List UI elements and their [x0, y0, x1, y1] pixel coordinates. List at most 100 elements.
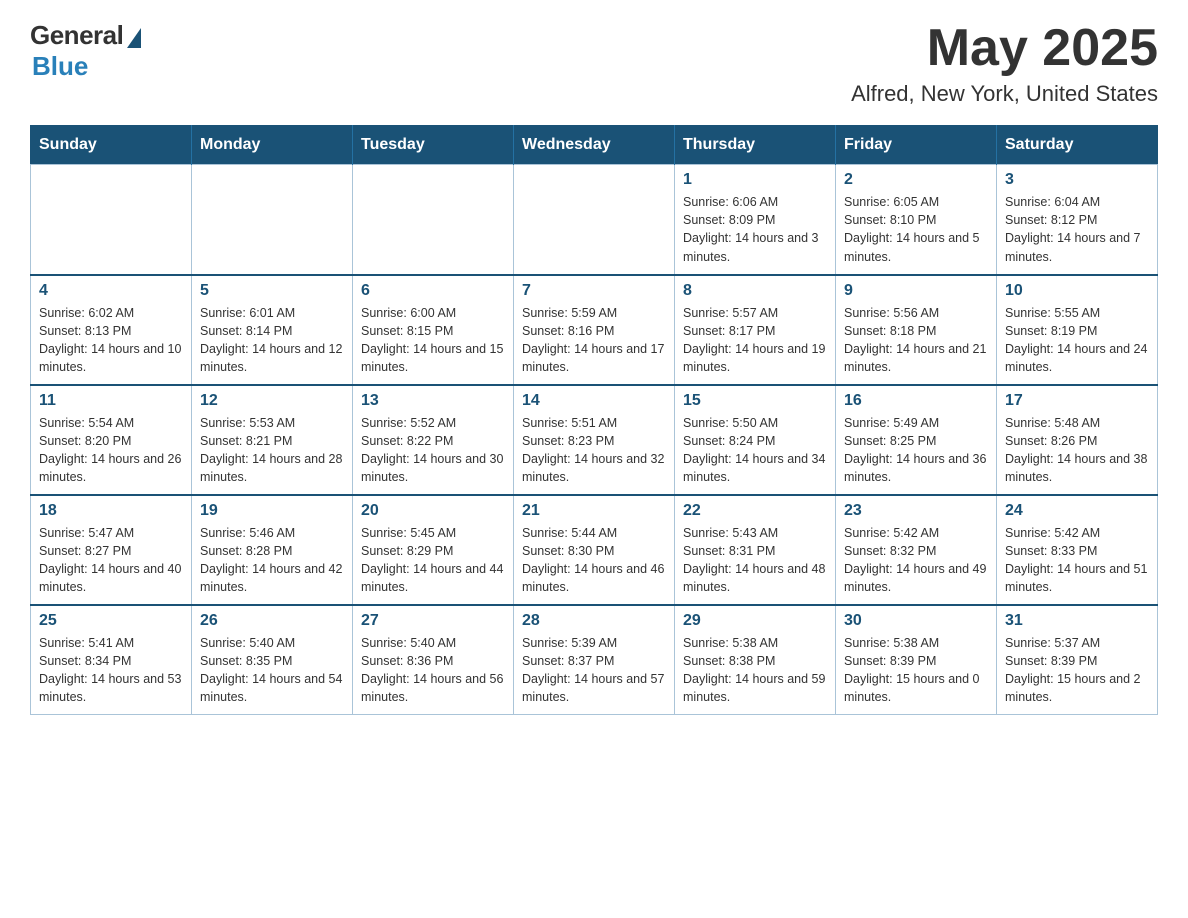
calendar-cell: 11 Sunrise: 5:54 AMSunset: 8:20 PMDayligh… — [31, 385, 192, 495]
calendar-cell: 9 Sunrise: 5:56 AMSunset: 8:18 PMDaylight… — [836, 275, 997, 385]
day-info: Sunrise: 5:40 AMSunset: 8:35 PMDaylight:… — [200, 634, 344, 707]
calendar-cell: 28Sunrise: 5:39 AMSunset: 8:37 PMDayligh… — [514, 605, 675, 715]
title-section: May 2025 Alfred, New York, United States — [851, 20, 1158, 107]
page-header: General Blue May 2025 Alfred, New York, … — [30, 20, 1158, 107]
day-number: 12 — [200, 392, 344, 410]
calendar-week-row: 1Sunrise: 6:06 AMSunset: 8:09 PMDaylight… — [31, 165, 1158, 275]
day-number: 4 — [39, 282, 183, 300]
day-number: 13 — [361, 392, 505, 410]
day-number: 15 — [683, 392, 827, 410]
day-number: 16 — [844, 392, 988, 410]
logo-triangle-icon — [127, 28, 141, 48]
day-header-sunday: Sunday — [31, 126, 192, 165]
day-info: Sunrise: 5:51 AMSunset: 8:23 PMDaylight:… — [522, 414, 666, 487]
day-number: 18 — [39, 502, 183, 520]
calendar-cell: 5 Sunrise: 6:01 AMSunset: 8:14 PMDaylight… — [192, 275, 353, 385]
calendar-cell — [31, 165, 192, 275]
calendar-cell: 18 Sunrise: 5:47 AMSunset: 8:27 PMDayligh… — [31, 495, 192, 605]
day-header-wednesday: Wednesday — [514, 126, 675, 165]
day-info: Sunrise: 5:45 AMSunset: 8:29 PMDaylight:… — [361, 524, 505, 597]
day-info: Sunrise: 5:52 AMSunset: 8:22 PMDaylight:… — [361, 414, 505, 487]
calendar-cell: 1Sunrise: 6:06 AMSunset: 8:09 PMDaylight… — [675, 165, 836, 275]
day-number: 28 — [522, 612, 666, 630]
day-number: 31 — [1005, 612, 1149, 630]
day-info: Sunrise: 5:40 AMSunset: 8:36 PMDaylight:… — [361, 634, 505, 707]
day-number: 8 — [683, 282, 827, 300]
day-info: Sunrise: 6:01 AMSunset: 8:14 PMDaylight:… — [200, 304, 344, 377]
day-info: Sunrise: 5:57 AMSunset: 8:17 PMDaylight:… — [683, 304, 827, 377]
day-info: Sunrise: 6:04 AMSunset: 8:12 PMDaylight:… — [1005, 193, 1149, 266]
day-info: Sunrise: 5:44 AMSunset: 8:30 PMDaylight:… — [522, 524, 666, 597]
day-info: Sunrise: 5:38 AMSunset: 8:38 PMDaylight:… — [683, 634, 827, 707]
day-number: 5 — [200, 282, 344, 300]
day-info: Sunrise: 5:37 AMSunset: 8:39 PMDaylight:… — [1005, 634, 1149, 707]
calendar-cell: 10 Sunrise: 5:55 AMSunset: 8:19 PMDayligh… — [997, 275, 1158, 385]
day-number: 19 — [200, 502, 344, 520]
calendar-cell: 8 Sunrise: 5:57 AMSunset: 8:17 PMDaylight… — [675, 275, 836, 385]
calendar-cell: 12 Sunrise: 5:53 AMSunset: 8:21 PMDayligh… — [192, 385, 353, 495]
day-info: Sunrise: 5:54 AMSunset: 8:20 PMDaylight:… — [39, 414, 183, 487]
calendar-week-row: 4 Sunrise: 6:02 AMSunset: 8:13 PMDaylight… — [31, 275, 1158, 385]
calendar-cell — [514, 165, 675, 275]
calendar-cell: 3 Sunrise: 6:04 AMSunset: 8:12 PMDaylight… — [997, 165, 1158, 275]
day-header-monday: Monday — [192, 126, 353, 165]
calendar-week-row: 25Sunrise: 5:41 AMSunset: 8:34 PMDayligh… — [31, 605, 1158, 715]
day-number: 9 — [844, 282, 988, 300]
day-number: 26 — [200, 612, 344, 630]
day-number: 11 — [39, 392, 183, 410]
calendar-table: SundayMondayTuesdayWednesdayThursdayFrid… — [30, 125, 1158, 715]
day-number: 10 — [1005, 282, 1149, 300]
calendar-cell: 21 Sunrise: 5:44 AMSunset: 8:30 PMDayligh… — [514, 495, 675, 605]
day-info: Sunrise: 6:02 AMSunset: 8:13 PMDaylight:… — [39, 304, 183, 377]
calendar-cell: 23Sunrise: 5:42 AMSunset: 8:32 PMDayligh… — [836, 495, 997, 605]
calendar-cell: 4 Sunrise: 6:02 AMSunset: 8:13 PMDaylight… — [31, 275, 192, 385]
calendar-header-row: SundayMondayTuesdayWednesdayThursdayFrid… — [31, 126, 1158, 165]
day-info: Sunrise: 5:47 AMSunset: 8:27 PMDaylight:… — [39, 524, 183, 597]
day-number: 27 — [361, 612, 505, 630]
day-number: 24 — [1005, 502, 1149, 520]
day-number: 2 — [844, 171, 988, 189]
calendar-cell: 16 Sunrise: 5:49 AMSunset: 8:25 PMDayligh… — [836, 385, 997, 495]
day-info: Sunrise: 5:50 AMSunset: 8:24 PMDaylight:… — [683, 414, 827, 487]
month-title: May 2025 — [851, 20, 1158, 77]
logo-general-text: General — [30, 20, 123, 51]
day-info: Sunrise: 5:56 AMSunset: 8:18 PMDaylight:… — [844, 304, 988, 377]
calendar-cell: 14 Sunrise: 5:51 AMSunset: 8:23 PMDayligh… — [514, 385, 675, 495]
calendar-cell: 25Sunrise: 5:41 AMSunset: 8:34 PMDayligh… — [31, 605, 192, 715]
calendar-cell: 13 Sunrise: 5:52 AMSunset: 8:22 PMDayligh… — [353, 385, 514, 495]
day-number: 3 — [1005, 171, 1149, 189]
day-header-saturday: Saturday — [997, 126, 1158, 165]
day-info: Sunrise: 5:49 AMSunset: 8:25 PMDaylight:… — [844, 414, 988, 487]
day-number: 14 — [522, 392, 666, 410]
calendar-cell: 2Sunrise: 6:05 AMSunset: 8:10 PMDaylight… — [836, 165, 997, 275]
calendar-week-row: 11 Sunrise: 5:54 AMSunset: 8:20 PMDayligh… — [31, 385, 1158, 495]
calendar-cell: 15 Sunrise: 5:50 AMSunset: 8:24 PMDayligh… — [675, 385, 836, 495]
calendar-cell — [192, 165, 353, 275]
day-info: Sunrise: 5:46 AMSunset: 8:28 PMDaylight:… — [200, 524, 344, 597]
logo: General Blue — [30, 20, 141, 82]
day-number: 29 — [683, 612, 827, 630]
day-number: 6 — [361, 282, 505, 300]
day-header-thursday: Thursday — [675, 126, 836, 165]
calendar-cell: 19 Sunrise: 5:46 AMSunset: 8:28 PMDayligh… — [192, 495, 353, 605]
day-number: 21 — [522, 502, 666, 520]
calendar-cell: 26 Sunrise: 5:40 AMSunset: 8:35 PMDayligh… — [192, 605, 353, 715]
calendar-cell: 31 Sunrise: 5:37 AMSunset: 8:39 PMDayligh… — [997, 605, 1158, 715]
day-info: Sunrise: 6:00 AMSunset: 8:15 PMDaylight:… — [361, 304, 505, 377]
calendar-week-row: 18 Sunrise: 5:47 AMSunset: 8:27 PMDayligh… — [31, 495, 1158, 605]
logo-blue-text: Blue — [32, 51, 88, 82]
calendar-cell — [353, 165, 514, 275]
day-info: Sunrise: 5:59 AMSunset: 8:16 PMDaylight:… — [522, 304, 666, 377]
day-number: 17 — [1005, 392, 1149, 410]
day-number: 1 — [683, 171, 827, 189]
calendar-cell: 6 Sunrise: 6:00 AMSunset: 8:15 PMDaylight… — [353, 275, 514, 385]
day-info: Sunrise: 5:55 AMSunset: 8:19 PMDaylight:… — [1005, 304, 1149, 377]
day-number: 20 — [361, 502, 505, 520]
day-info: Sunrise: 5:41 AMSunset: 8:34 PMDaylight:… — [39, 634, 183, 707]
day-info: Sunrise: 5:43 AMSunset: 8:31 PMDaylight:… — [683, 524, 827, 597]
calendar-cell: 24Sunrise: 5:42 AMSunset: 8:33 PMDayligh… — [997, 495, 1158, 605]
day-header-friday: Friday — [836, 126, 997, 165]
calendar-cell: 20 Sunrise: 5:45 AMSunset: 8:29 PMDayligh… — [353, 495, 514, 605]
day-info: Sunrise: 5:38 AMSunset: 8:39 PMDaylight:… — [844, 634, 988, 707]
day-info: Sunrise: 5:53 AMSunset: 8:21 PMDaylight:… — [200, 414, 344, 487]
